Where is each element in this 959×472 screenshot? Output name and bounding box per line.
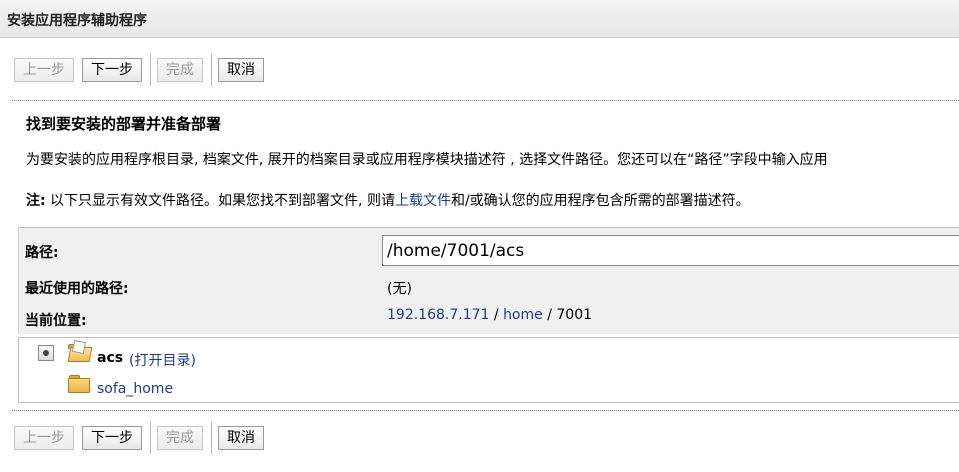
divider — [12, 410, 959, 411]
breadcrumb-host-link[interactable]: 192.168.7.171 — [387, 307, 489, 323]
top-button-row: 上一步 下一步 完成 取消 — [14, 54, 272, 86]
bottom-button-row: 上一步 下一步 完成 取消 — [14, 422, 272, 454]
back-button[interactable]: 上一步 — [14, 426, 74, 450]
breadcrumb-current: 7001 — [556, 307, 593, 323]
upload-file-link[interactable]: 上载文件 — [395, 193, 451, 209]
cancel-button[interactable]: 取消 — [218, 58, 264, 82]
section-description: 为要安装的应用程序根目录, 档案文件, 展开的档案目录或应用程序模块描述符 , … — [26, 152, 828, 168]
note-label: 注: — [26, 193, 46, 209]
divider — [12, 100, 959, 101]
path-form: 路径: 最近使用的路径: (无) 当前位置: 192.168.7.171 / h… — [18, 227, 959, 334]
breadcrumb: 192.168.7.171 / home / 7001 — [387, 307, 592, 323]
folder-open-icon — [67, 339, 93, 362]
button-separator — [150, 422, 151, 454]
window-title: 安装应用程序辅助程序 — [7, 13, 147, 29]
recent-path-label: 最近使用的路径: — [25, 281, 129, 297]
file-list: acs (打开目录) sofa_home — [18, 337, 959, 403]
note-text: 注: 以下只显示有效文件路径。如果您找不到部署文件, 则请上载文件和/或确认您的… — [26, 190, 750, 210]
open-directory-link[interactable]: (打开目录) — [129, 350, 196, 370]
finish-button[interactable]: 完成 — [157, 58, 203, 82]
next-button[interactable]: 下一步 — [82, 426, 142, 450]
button-separator — [150, 54, 151, 86]
recent-path-value: (无) — [387, 281, 412, 297]
cancel-button[interactable]: 取消 — [218, 426, 264, 450]
file-name-acs: acs — [97, 350, 124, 366]
breadcrumb-separator: / — [489, 307, 504, 323]
breadcrumb-separator: / — [542, 307, 557, 323]
note-before: 以下只显示有效文件路径。如果您找不到部署文件, 则请 — [45, 193, 395, 209]
select-radio[interactable] — [38, 345, 54, 361]
next-button[interactable]: 下一步 — [82, 58, 142, 82]
button-separator — [211, 422, 212, 454]
path-input[interactable] — [382, 235, 959, 266]
note-after: 和/或确认您的应用程序包含所需的部署描述符。 — [450, 193, 750, 209]
button-separator — [211, 54, 212, 86]
current-location-label: 当前位置: — [25, 313, 87, 329]
finish-button[interactable]: 完成 — [157, 426, 203, 450]
title-bar: 安装应用程序辅助程序 — [0, 0, 959, 38]
folder-icon — [68, 375, 90, 393]
back-button[interactable]: 上一步 — [14, 58, 74, 82]
breadcrumb-home-link[interactable]: home — [503, 307, 543, 323]
section-heading: 找到要安装的部署并准备部署 — [26, 115, 222, 133]
path-label: 路径: — [25, 245, 59, 261]
file-link-sofa-home[interactable]: sofa_home — [97, 381, 173, 397]
